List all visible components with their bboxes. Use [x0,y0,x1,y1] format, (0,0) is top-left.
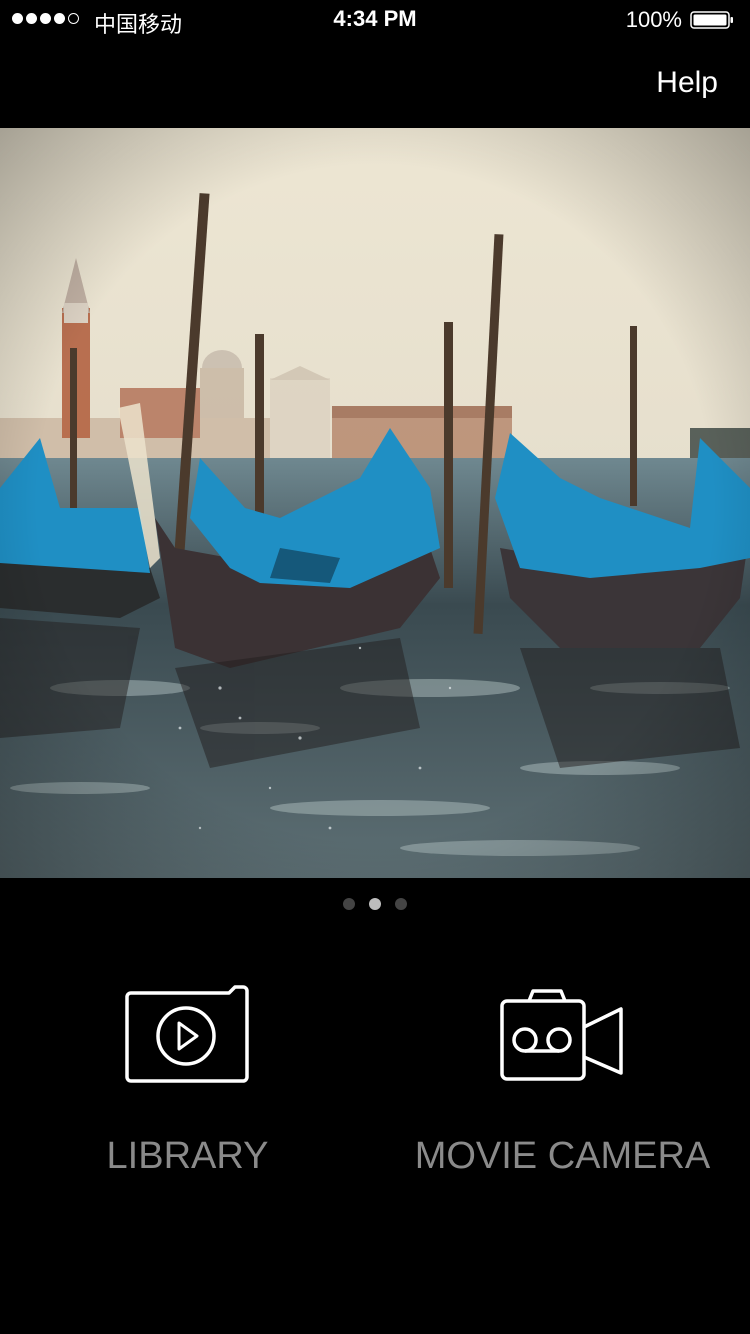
page-dot-1[interactable] [343,898,355,910]
page-dot-2[interactable] [369,898,381,910]
status-bar: 中国移动 4:34 PM 100% [0,0,750,40]
movie-camera-label: MOVIE CAMERA [414,1135,711,1177]
page-dot-3[interactable] [395,898,407,910]
battery-icon [690,11,733,29]
video-library-icon [125,985,249,1083]
help-button[interactable]: Help [656,66,718,100]
hero-photo [0,128,750,878]
battery-percentage: 100% [625,7,682,32]
library-button[interactable]: LIBRARY [0,985,375,1205]
movie-camera-button[interactable]: MOVIE CAMERA [375,985,750,1205]
movie-camera-icon [500,989,623,1081]
page-indicator[interactable] [0,898,750,910]
library-label: LIBRARY [106,1135,269,1177]
